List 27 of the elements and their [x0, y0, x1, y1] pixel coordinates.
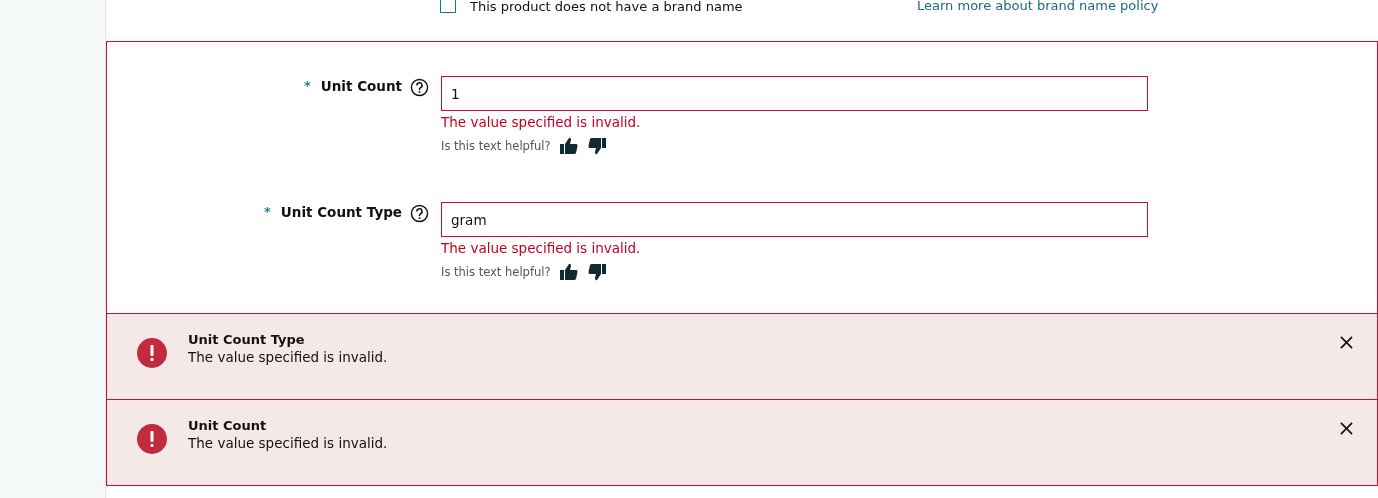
thumbs-down-icon[interactable]	[586, 136, 607, 156]
alert-message: The value specified is invalid.	[188, 349, 389, 365]
checkbox[interactable]	[440, 0, 456, 13]
thumbs-down-icon[interactable]	[586, 262, 607, 282]
checkbox-label: This product does not have a brand name	[470, 0, 743, 13]
close-icon[interactable]	[1340, 336, 1353, 349]
exclamation-icon	[137, 338, 167, 368]
alert-title: Unit Count Type	[188, 332, 306, 347]
field-label: Unit Count Type	[280, 204, 402, 220]
close-icon[interactable]	[1340, 422, 1353, 435]
thumbs-up-icon[interactable]	[558, 262, 579, 282]
required-mark: *	[264, 204, 271, 219]
error-message: The value specified is invalid.	[441, 240, 642, 256]
help-icon[interactable]	[410, 204, 429, 223]
alert-message: The value specified is invalid.	[188, 435, 389, 451]
text-input[interactable]: gram	[441, 202, 1148, 237]
exclamation-icon	[137, 424, 167, 454]
feedback-prompt: Is this text helpful?	[441, 265, 551, 279]
field-label: Unit Count	[320, 78, 402, 94]
error-message: The value specified is invalid.	[441, 114, 642, 130]
brand-policy-link[interactable]: Learn more about brand name policy	[917, 0, 1159, 12]
thumbs-up-icon[interactable]	[558, 136, 579, 156]
help-icon[interactable]	[410, 78, 429, 97]
text-input[interactable]: 1	[441, 76, 1148, 111]
feedback-prompt: Is this text helpful?	[441, 139, 551, 153]
required-mark: *	[303, 78, 311, 93]
alert-title: Unit Count	[188, 418, 268, 433]
